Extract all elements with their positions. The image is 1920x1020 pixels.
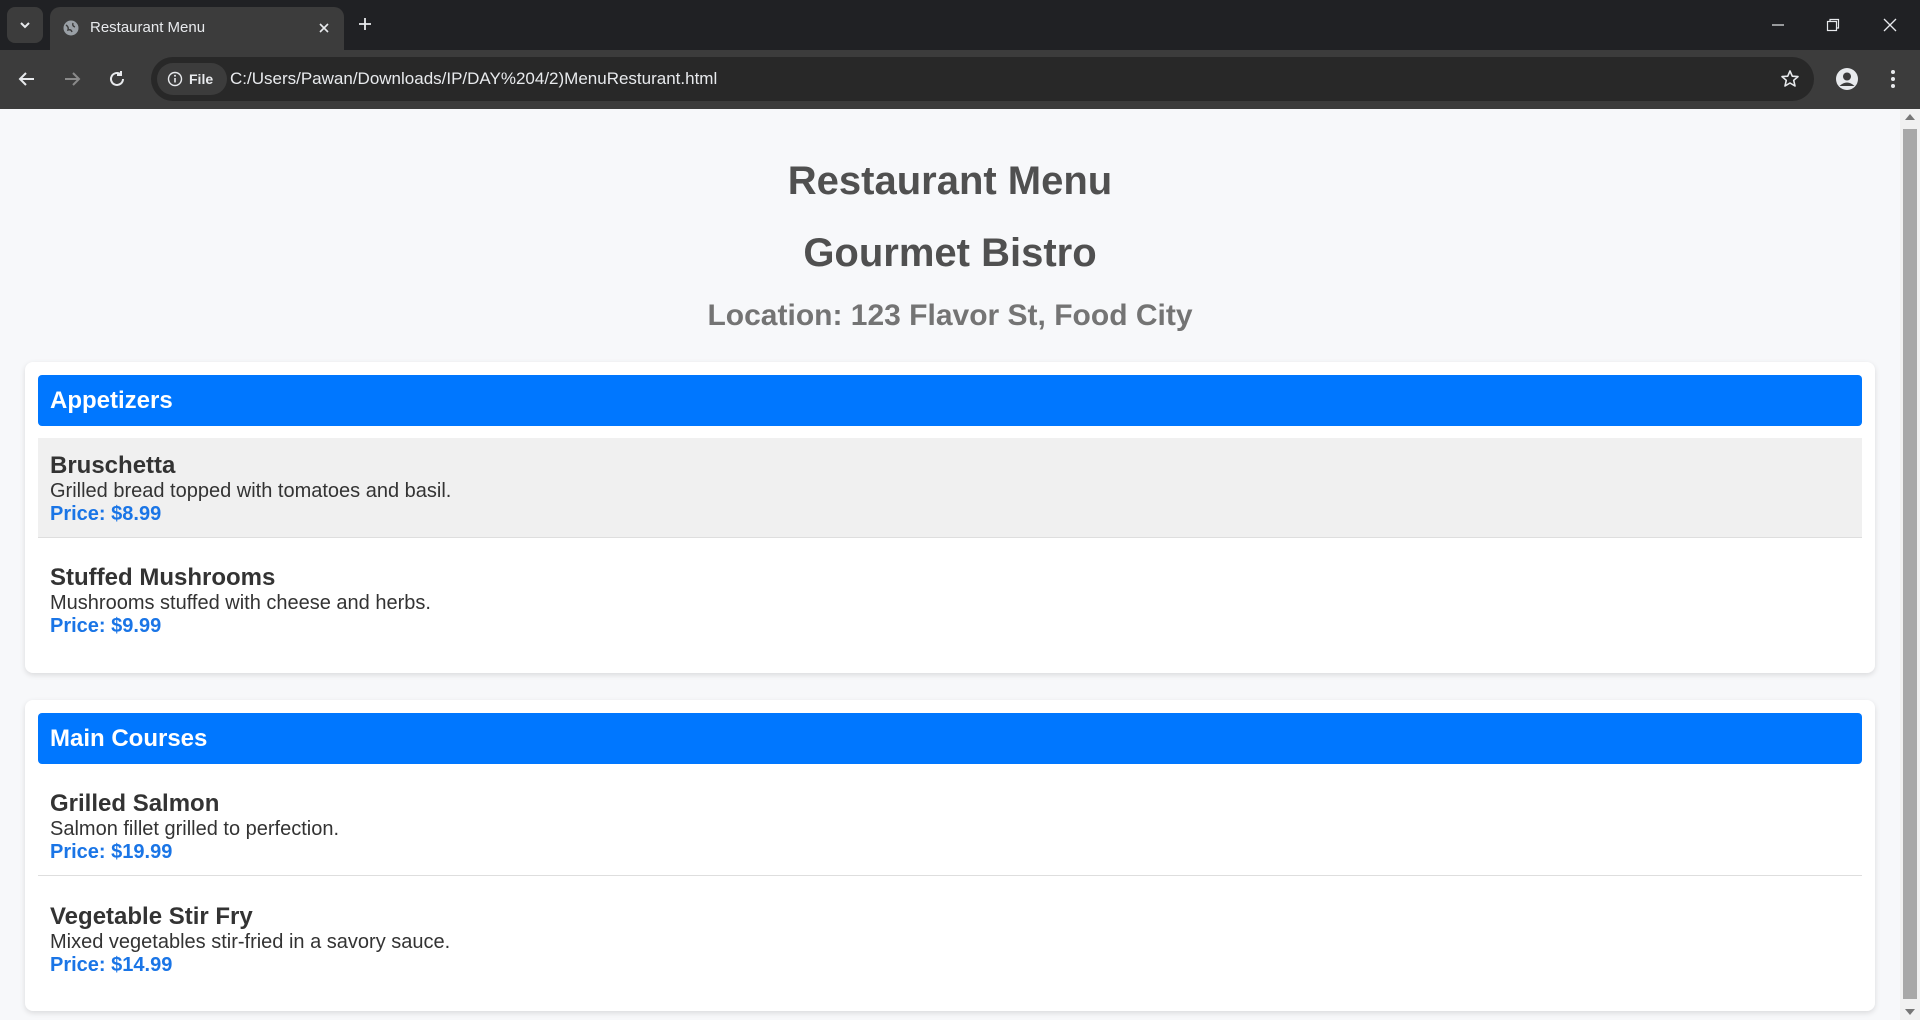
browser-tab[interactable]: Restaurant Menu — [50, 7, 344, 50]
menu-item: Grilled Salmon Salmon fillet grilled to … — [38, 776, 1862, 876]
forward-button[interactable] — [55, 62, 89, 96]
menu-item-name: Vegetable Stir Fry — [50, 903, 253, 930]
menu-item-description: Mixed vegetables stir-fried in a savory … — [50, 931, 451, 953]
section-title: Main Courses — [50, 725, 208, 752]
reload-button[interactable] — [100, 62, 134, 96]
more-vert-icon — [1891, 70, 1895, 88]
minimize-button[interactable] — [1758, 8, 1798, 42]
avatar-icon — [1836, 68, 1858, 90]
section-header: Main Courses — [38, 713, 1862, 764]
new-tab-button[interactable] — [352, 11, 378, 37]
menu-item: Bruschetta Grilled bread topped with tom… — [38, 438, 1862, 538]
restaurant-name: Gourmet Bistro — [803, 231, 1097, 275]
restore-icon — [1826, 18, 1840, 32]
star-icon — [1781, 70, 1799, 87]
menu-item-price: Price: $19.99 — [50, 841, 173, 863]
back-button[interactable] — [10, 62, 44, 96]
menu-item-price: Price: $8.99 — [50, 503, 162, 525]
info-icon — [167, 71, 183, 87]
menu-item: Stuffed Mushrooms Mushrooms stuffed with… — [38, 550, 1862, 650]
restore-button[interactable] — [1813, 8, 1853, 42]
browser-menu-button[interactable] — [1876, 62, 1910, 96]
page-title: Restaurant Menu — [787, 159, 1113, 203]
browser-toolbar: File C:/Users/Pawan/Downloads/IP/DAY%204… — [0, 50, 1920, 109]
bookmark-button[interactable] — [1778, 67, 1802, 91]
menu-item-description: Grilled bread topped with tomatoes and b… — [50, 480, 452, 502]
menu-item-price: Price: $9.99 — [50, 615, 162, 637]
reload-icon — [110, 71, 124, 86]
restaurant-location: Location: 123 Flavor St, Food City — [707, 299, 1193, 332]
menu-item: Vegetable Stir Fry Mixed vegetables stir… — [38, 889, 1862, 989]
chevron-down-icon — [20, 22, 30, 29]
close-window-button[interactable] — [1870, 8, 1910, 42]
section-header: Appetizers — [38, 375, 1862, 426]
scroll-up-arrow-icon[interactable] — [1905, 114, 1915, 120]
menu-item-name: Bruschetta — [50, 452, 176, 479]
menu-section-appetizers: Appetizers Bruschetta Grilled bread topp… — [25, 362, 1875, 673]
page-viewport: Restaurant Menu Gourmet Bistro Location:… — [0, 109, 1900, 1020]
arrow-left-icon — [18, 72, 34, 86]
menu-item-description: Salmon fillet grilled to perfection. — [50, 818, 340, 840]
close-icon — [1883, 18, 1897, 32]
menu-item-description: Mushrooms stuffed with cheese and herbs. — [50, 592, 431, 614]
menu-section-main-courses: Main Courses Grilled Salmon Salmon fille… — [25, 700, 1875, 1011]
section-title: Appetizers — [50, 387, 173, 414]
close-tab-button[interactable] — [314, 18, 334, 38]
vertical-scrollbar[interactable] — [1900, 109, 1920, 1020]
globe-icon — [63, 20, 79, 36]
url-text[interactable]: C:/Users/Pawan/Downloads/IP/DAY%204/2)Me… — [230, 69, 717, 89]
menu-item-name: Grilled Salmon — [50, 790, 220, 817]
tab-title: Restaurant Menu — [90, 19, 206, 36]
menu-item-name: Stuffed Mushrooms — [50, 564, 276, 591]
site-info-chip[interactable]: File — [157, 63, 227, 95]
plus-icon — [359, 18, 371, 30]
address-bar[interactable]: File C:/Users/Pawan/Downloads/IP/DAY%204… — [151, 57, 1814, 101]
tab-strip: Restaurant Menu — [0, 0, 1920, 50]
arrow-right-icon — [65, 72, 81, 86]
tab-search-button[interactable] — [7, 7, 43, 43]
minimize-icon — [1772, 24, 1784, 26]
menu-item-price: Price: $14.99 — [50, 954, 173, 976]
profile-button[interactable] — [1830, 62, 1864, 96]
close-icon — [319, 23, 329, 33]
scroll-down-arrow-icon[interactable] — [1905, 1009, 1915, 1015]
site-chip-label: File — [189, 71, 214, 87]
scrollbar-thumb[interactable] — [1903, 129, 1917, 999]
